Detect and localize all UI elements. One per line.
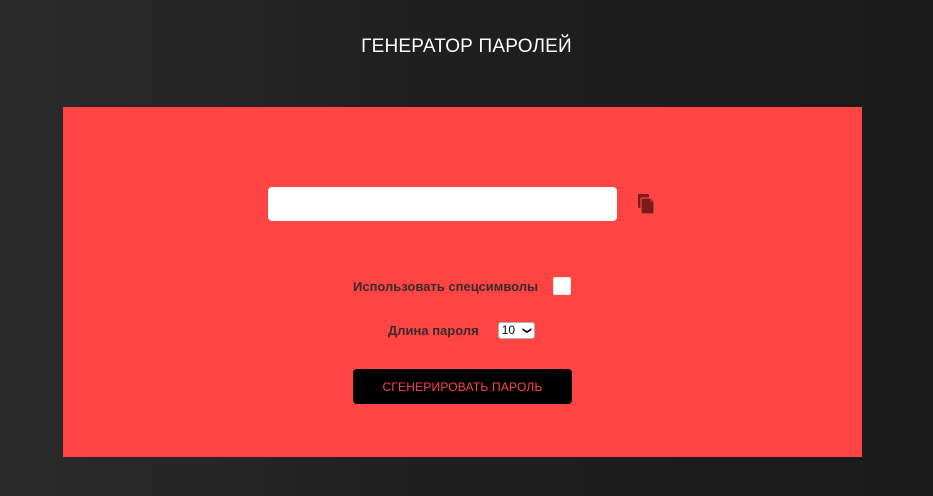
password-length-row: Длина пароля 10 ❯ bbox=[388, 320, 535, 340]
special-chars-label: Использовать спецсимволы bbox=[353, 278, 539, 294]
page-title: ГЕНЕРАТОР ПАРОЛЕЙ bbox=[361, 36, 572, 57]
generator-panel: Использовать спецсимволы Длина пароля 10… bbox=[63, 107, 862, 457]
special-chars-checkbox[interactable] bbox=[553, 277, 572, 295]
copy-button[interactable] bbox=[636, 193, 658, 215]
generate-password-button[interactable]: СГЕНЕРИРОВАТЬ ПАРОЛЬ bbox=[353, 369, 572, 404]
special-chars-row: Использовать спецсимволы bbox=[353, 275, 572, 297]
password-length-select[interactable]: 10 ❯ bbox=[497, 321, 535, 339]
password-length-value: 10 bbox=[501, 323, 516, 337]
password-length-label: Длина пароля bbox=[388, 322, 479, 338]
copy-icon bbox=[636, 193, 658, 215]
password-output-field[interactable] bbox=[268, 187, 617, 221]
chevron-down-icon: ❯ bbox=[522, 326, 533, 334]
